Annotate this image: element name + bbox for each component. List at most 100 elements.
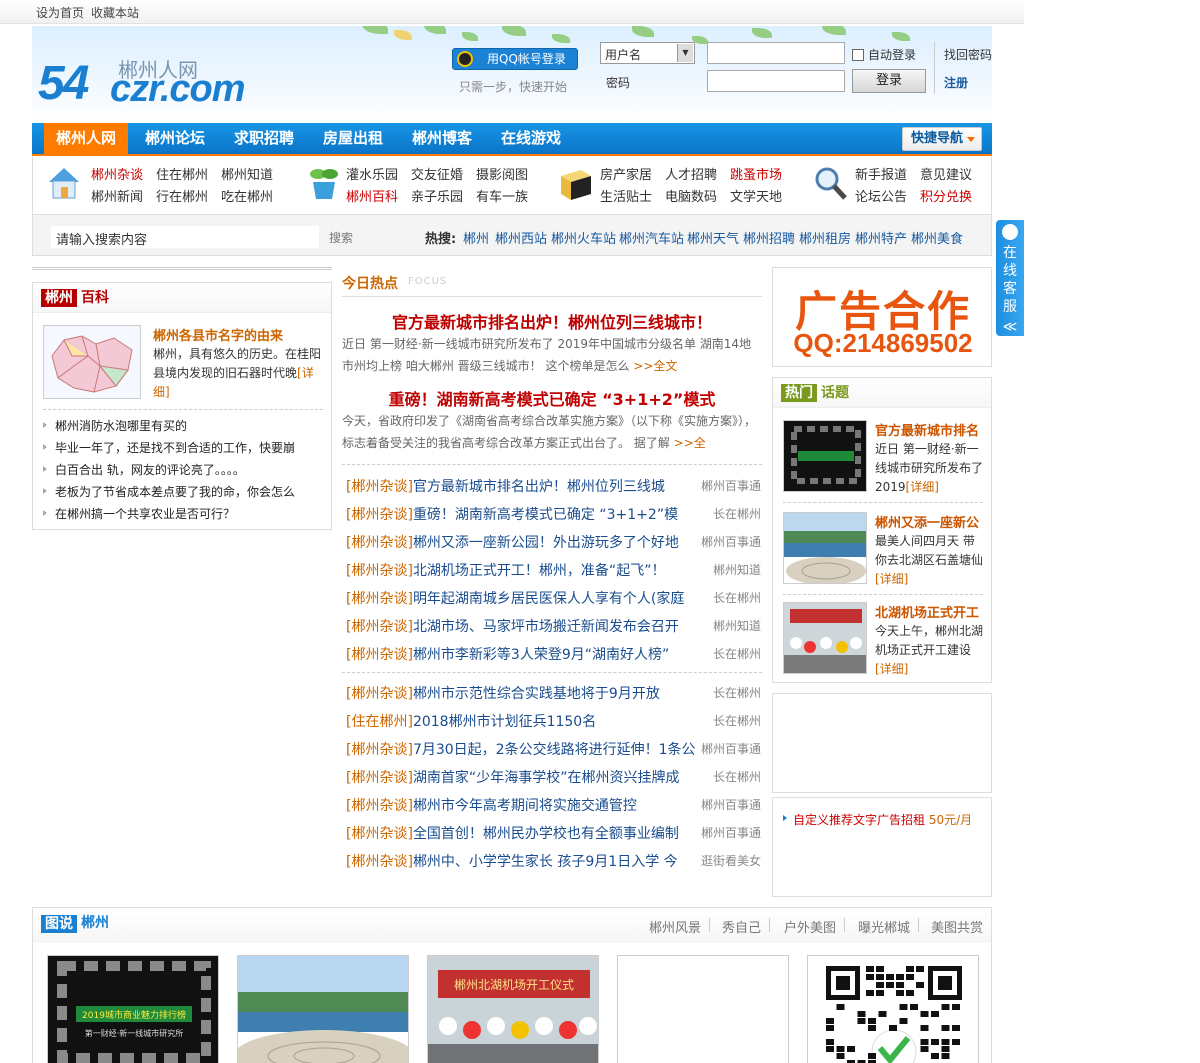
- hot-keyword[interactable]: 郴州西站: [495, 228, 547, 247]
- hot-keyword[interactable]: 郴州汽车站: [619, 228, 684, 247]
- photos-tab[interactable]: 美图共赏: [931, 917, 983, 936]
- ad-banner[interactable]: 广告合作 QQ:214869502: [772, 267, 992, 367]
- news-category[interactable]: [住在郴州]: [346, 714, 413, 730]
- hot-item-image[interactable]: [783, 420, 867, 492]
- news-category[interactable]: [郴州杂谈]: [346, 535, 413, 551]
- news-title[interactable]: 湖南首家“少年海事学校”在郴州资兴挂牌成: [413, 770, 680, 786]
- news-category[interactable]: [郴州杂谈]: [346, 647, 413, 663]
- hot-item[interactable]: 郴州又添一座新公 最美人间四月天 带你去北湖区石盖塘仙[详细]: [783, 512, 983, 596]
- news-list-item[interactable]: [郴州杂谈]官方最新城市排名出炉！郴州位列三线城 郴州百事通: [346, 476, 761, 496]
- news-title[interactable]: 郴州市李新彩等3人荣登9月“湖南好人榜”: [413, 647, 669, 663]
- news-category[interactable]: [郴州杂谈]: [346, 563, 413, 579]
- hot-keyword[interactable]: 郴州火车站: [551, 228, 616, 247]
- quick-nav-button[interactable]: 快捷导航: [902, 127, 982, 151]
- baike-feature-title[interactable]: 郴州各县市名字的由来: [153, 325, 283, 344]
- list-item[interactable]: 毕业一年了，还是找不到合适的工作，快要崩: [43, 439, 295, 456]
- subnav-link-jiaoyou[interactable]: 交友征婚: [411, 164, 463, 183]
- photo-thumb[interactable]: 2019城市商业魅力排行榜 第一财经·新一线城市研究所: [47, 955, 219, 1063]
- subnav-link-tieshi[interactable]: 生活贴士: [600, 186, 652, 205]
- list-item[interactable]: 郴州消防水泡哪里有买的: [43, 417, 187, 434]
- photos-tab[interactable]: 秀自己: [722, 917, 761, 936]
- subnav-link-zhidao[interactable]: 郴州知道: [221, 164, 273, 183]
- baike-map-image[interactable]: [43, 325, 141, 399]
- list-item[interactable]: 在郴州搞一个共享农业是否可行？: [43, 505, 235, 522]
- subnav-link-jifen[interactable]: 积分兑换: [920, 186, 972, 205]
- news-list-item[interactable]: [郴州杂谈]郴州市李新彩等3人荣登9月“湖南好人榜” 长在郴州: [346, 644, 761, 664]
- read-more-link[interactable]: >>全: [674, 436, 706, 450]
- subnav-link-baike[interactable]: 郴州百科: [346, 186, 398, 205]
- news-title[interactable]: 明年起湖南城乡居民医保人人享有个人(家庭: [413, 591, 684, 607]
- search-button[interactable]: 搜索: [329, 229, 353, 246]
- subnav-link-chi[interactable]: 吃在郴州: [221, 186, 273, 205]
- news-category[interactable]: [郴州杂谈]: [346, 507, 413, 523]
- news-title[interactable]: 重磅！湖南新高考模式已确定 “3+1+2”模: [413, 507, 678, 523]
- news-title[interactable]: 官方最新城市排名出炉！郴州位列三线城: [413, 479, 665, 495]
- news-title[interactable]: 全国首创！郴州民办学校也有全额事业编制: [413, 826, 679, 842]
- detail-link[interactable]: [详细]: [906, 480, 939, 494]
- set-home-link[interactable]: 设为首页: [36, 4, 84, 21]
- news-title[interactable]: 2018郴州市计划征兵1150名: [413, 714, 596, 730]
- news-category[interactable]: [郴州杂谈]: [346, 826, 413, 842]
- detail-link[interactable]: [详细]: [875, 662, 908, 676]
- headline-2[interactable]: 重磅！湖南新高考模式已确定 “3+1+2”模式: [342, 386, 762, 410]
- read-more-link[interactable]: >>全文: [633, 359, 677, 373]
- news-title[interactable]: 北湖市场、马家坪市场搬迁新闻发布会召开: [413, 619, 679, 635]
- hot-keyword[interactable]: 郴州天气: [687, 228, 739, 247]
- news-title[interactable]: 郴州市今年高考期间将实施交通管控: [413, 798, 637, 814]
- news-list-item[interactable]: [郴州杂谈]重磅！湖南新高考模式已确定 “3+1+2”模 长在郴州: [346, 504, 761, 524]
- news-list-item[interactable]: [郴州杂谈]明年起湖南城乡居民医保人人享有个人(家庭 长在郴州: [346, 588, 761, 608]
- photos-tab[interactable]: 户外美图: [784, 917, 836, 936]
- headline-1[interactable]: 官方最新城市排名出炉！郴州位列三线城市！: [342, 309, 762, 333]
- nav-item-blog[interactable]: 郴州博客: [400, 123, 484, 154]
- nav-item-games[interactable]: 在线游戏: [489, 123, 573, 154]
- detail-link[interactable]: [详细]: [875, 572, 908, 586]
- photos-tab[interactable]: 曝光郴城: [858, 917, 910, 936]
- subnav-link-gonggao[interactable]: 论坛公告: [855, 186, 907, 205]
- news-category[interactable]: [郴州杂谈]: [346, 591, 413, 607]
- bookmark-link[interactable]: 收藏本站: [91, 4, 139, 21]
- news-title[interactable]: 郴州市示范性综合实践基地将于9月开放: [413, 686, 660, 702]
- username-input[interactable]: [707, 42, 845, 64]
- list-item[interactable]: 白百合出 轨，网友的评论亮了。。。。: [43, 461, 245, 478]
- hot-item-title[interactable]: 官方最新城市排名: [875, 420, 979, 439]
- news-category[interactable]: [郴州杂谈]: [346, 770, 413, 786]
- photos-tab[interactable]: 郴州风景: [649, 917, 701, 936]
- photo-thumb[interactable]: [237, 955, 409, 1063]
- photo-thumb-empty[interactable]: [617, 955, 789, 1063]
- news-category[interactable]: [郴州杂谈]: [346, 854, 413, 870]
- register-link[interactable]: 注册: [944, 74, 968, 91]
- subnav-link-zhu[interactable]: 住在郴州: [156, 164, 208, 183]
- nav-item-forum[interactable]: 郴州论坛: [133, 123, 217, 154]
- news-list-item[interactable]: [郴州杂谈]北湖市场、马家坪市场搬迁新闻发布会召开 郴州知道: [346, 616, 761, 636]
- hot-item-image[interactable]: [783, 602, 867, 674]
- subnav-link-news[interactable]: 郴州新闻: [91, 186, 143, 205]
- news-title[interactable]: 7月30日起，2条公交线路将进行延伸！1条公: [413, 742, 696, 758]
- text-ad-link[interactable]: 自定义推荐文字广告招租 50元/月: [783, 811, 972, 828]
- subnav-link-xing[interactable]: 行在郴州: [156, 186, 208, 205]
- subnav-link-zatan[interactable]: 郴州杂谈: [91, 164, 143, 183]
- site-logo[interactable]: 郴州人网 54 czr.com: [38, 52, 268, 112]
- news-list-item[interactable]: [郴州杂谈]湖南首家“少年海事学校”在郴州资兴挂牌成 长在郴州: [346, 767, 761, 787]
- news-list-item[interactable]: [住在郴州]2018郴州市计划征兵1150名 长在郴州: [346, 711, 761, 731]
- news-title[interactable]: 郴州又添一座新公园！外出游玩多了个好地: [413, 535, 679, 551]
- nav-item-home[interactable]: 郴州人网: [44, 123, 129, 154]
- hot-keyword[interactable]: 郴州: [463, 228, 489, 247]
- hot-item[interactable]: 北湖机场正式开工 今天上午，郴州北湖机场正式开工建设[详细]: [783, 602, 983, 686]
- news-title[interactable]: 北湖机场正式开工！郴州，准备“起飞”！: [413, 563, 666, 579]
- subnav-link-yijian[interactable]: 意见建议: [920, 164, 972, 183]
- nav-item-rent[interactable]: 房屋出租: [311, 123, 395, 154]
- subnav-link-sheying[interactable]: 摄影阅图: [476, 164, 528, 183]
- list-item[interactable]: 老板为了节省成本差点要了我的命，你会怎么: [43, 483, 295, 500]
- news-category[interactable]: [郴州杂谈]: [346, 686, 413, 702]
- photo-thumb[interactable]: 郴州北湖机场开工仪式: [427, 955, 599, 1063]
- subnav-link-tiaozao[interactable]: 跳蚤市场: [730, 164, 782, 183]
- auto-login-checkbox[interactable]: [852, 49, 864, 61]
- subnav-link-rencai[interactable]: 人才招聘: [665, 164, 717, 183]
- hot-item-image[interactable]: [783, 512, 867, 584]
- online-service-tab[interactable]: 在线客服 ≪: [996, 220, 1024, 336]
- subnav-link-guanshui[interactable]: 灌水乐园: [346, 164, 398, 183]
- hot-item[interactable]: 官方最新城市排名 近日 第一财经·新一线城市研究所发布了 2019[详细]: [783, 420, 983, 504]
- qr-code-image[interactable]: [807, 955, 979, 1063]
- hot-item-title[interactable]: 北湖机场正式开工: [875, 602, 979, 621]
- news-list-item[interactable]: [郴州杂谈]郴州市今年高考期间将实施交通管控 郴州百事通: [346, 795, 761, 815]
